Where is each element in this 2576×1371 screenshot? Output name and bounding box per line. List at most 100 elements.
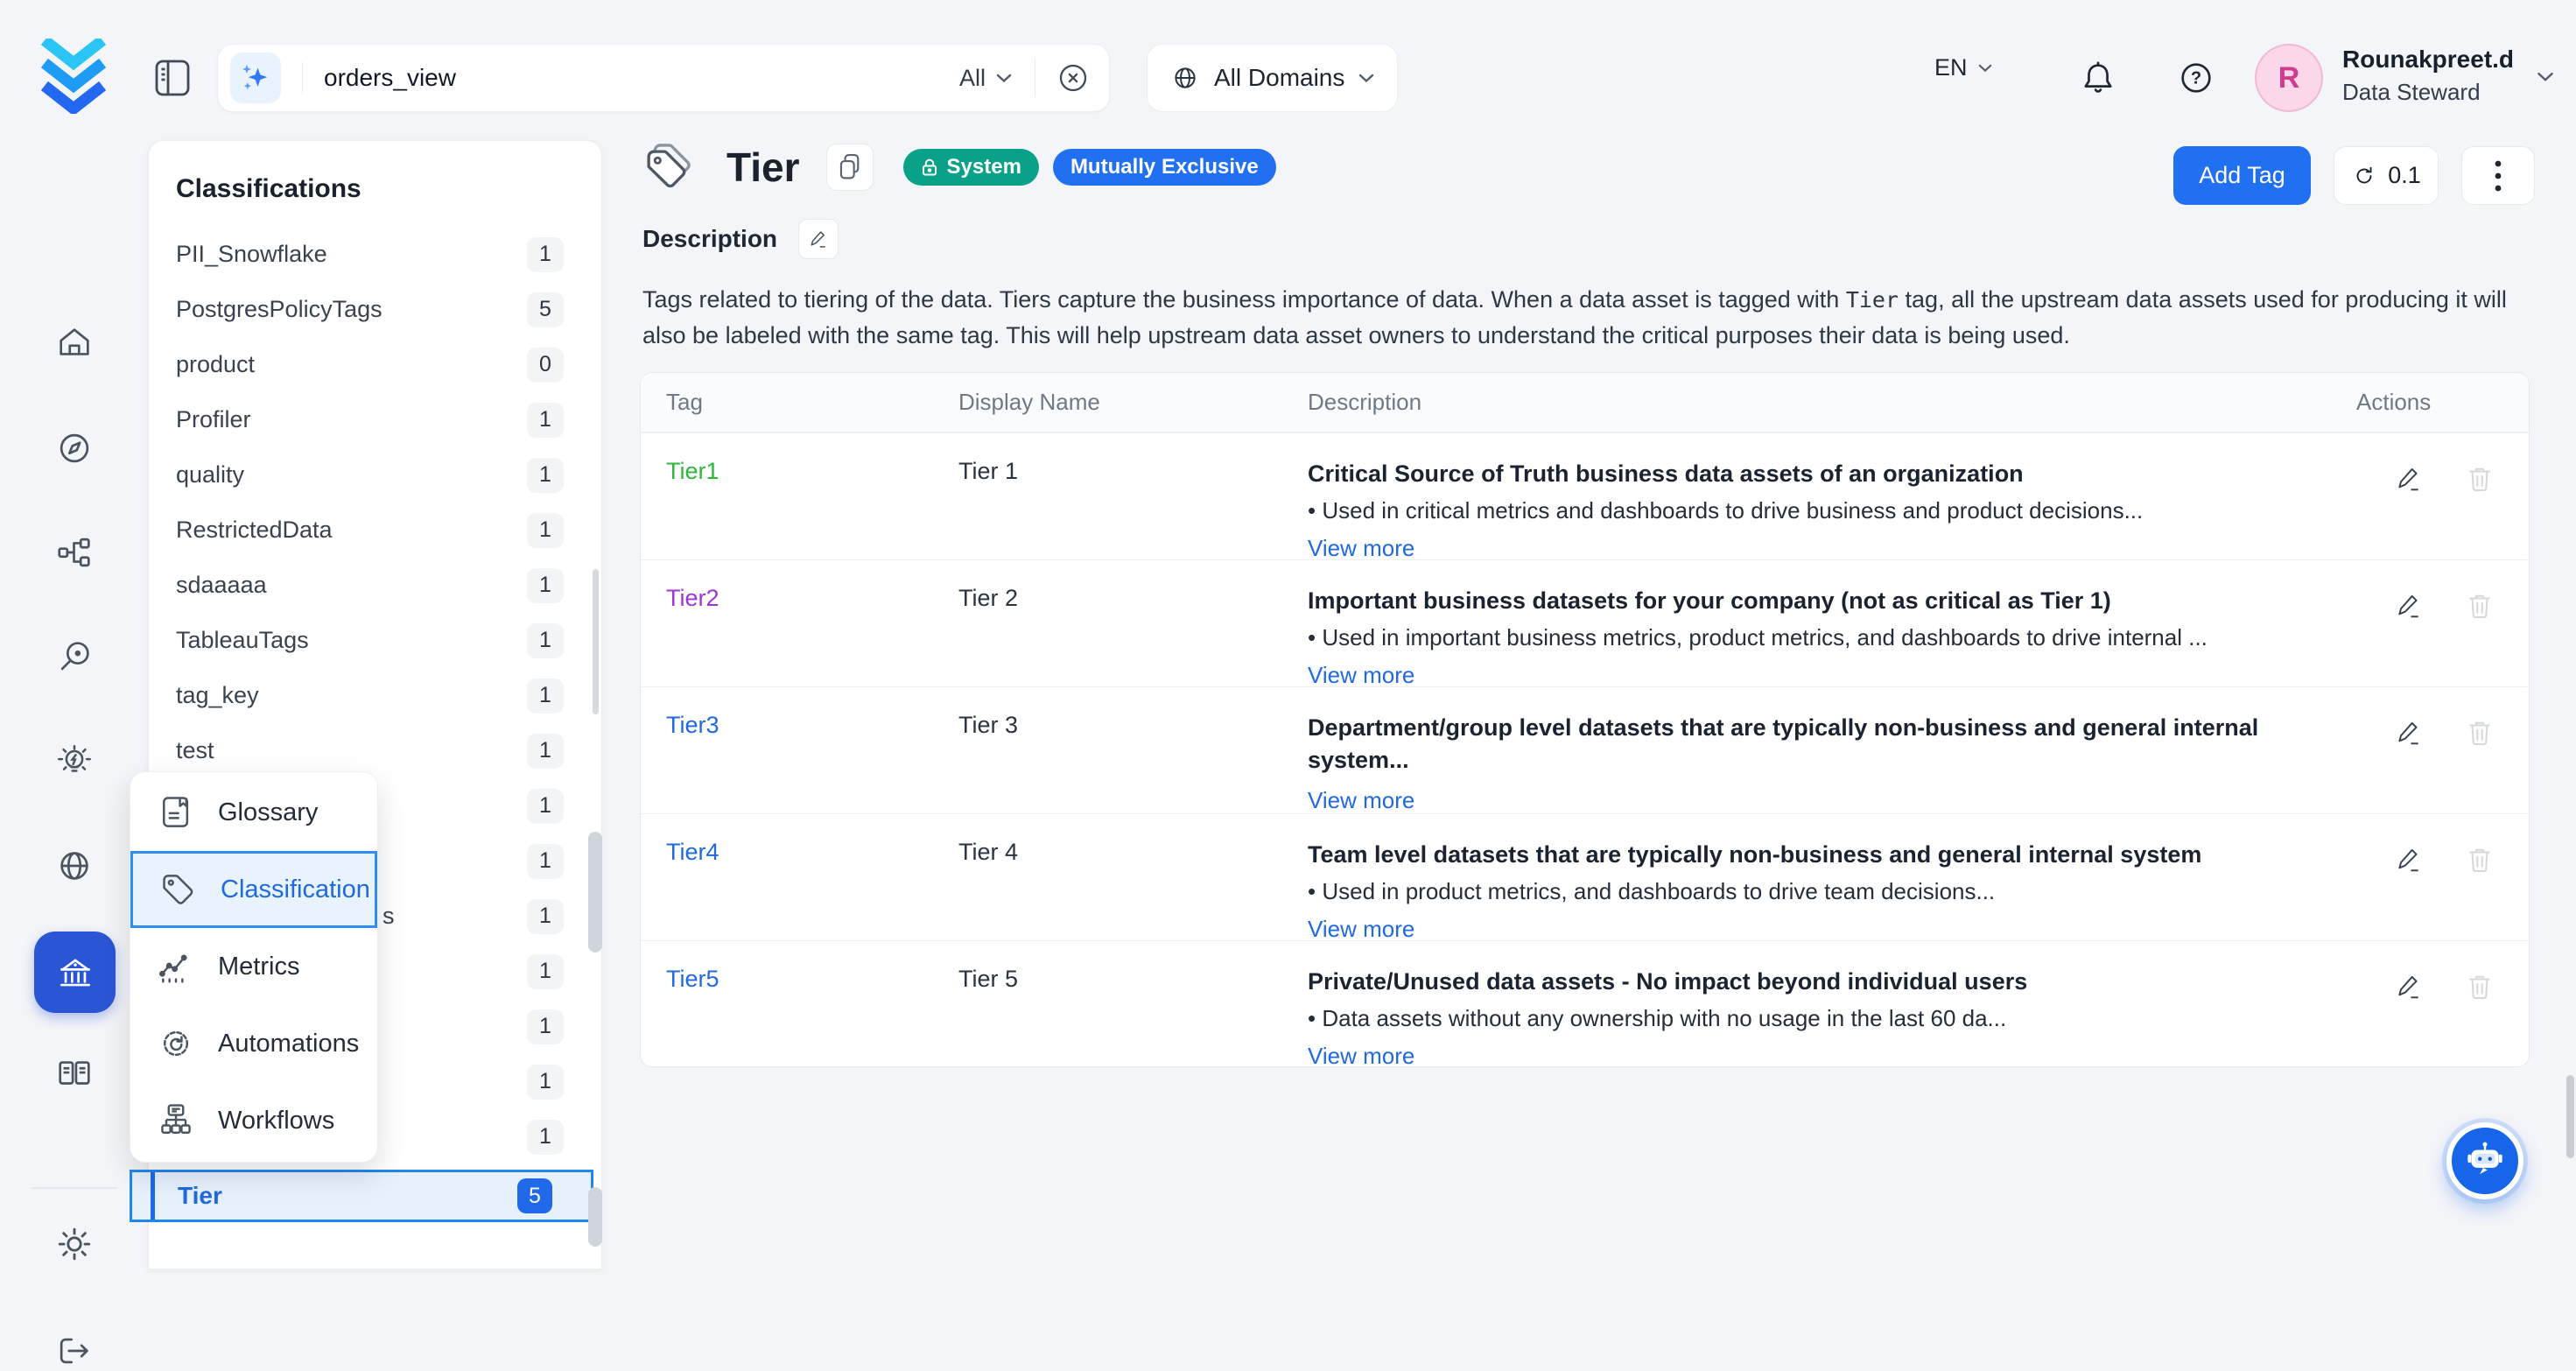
sidebar-item-tier-selected[interactable]: Tier 5 [130, 1170, 593, 1222]
delete-icon[interactable] [2465, 844, 2495, 875]
count-badge: 1 [527, 1065, 564, 1100]
menu-item-metrics[interactable]: Metrics [130, 928, 377, 1005]
user-menu[interactable]: Rounakpreet.d Data Steward [2342, 46, 2514, 106]
view-more-link[interactable]: View more [1308, 1043, 1414, 1067]
governance-flyout-menu: Glossary Classification Metrics Automa [130, 771, 378, 1163]
display-name-cell: Tier 3 [958, 712, 1308, 813]
nav-logout-icon[interactable] [54, 1331, 95, 1371]
list-item[interactable]: quality1 [149, 447, 601, 503]
view-more-link[interactable]: View more [1308, 662, 1414, 689]
description-row: Description [642, 219, 839, 259]
nav-home-icon[interactable] [54, 322, 95, 362]
nav-governance-active[interactable] [34, 932, 116, 1013]
all-domains-label: All Domains [1214, 64, 1344, 92]
tag-link[interactable]: Tier5 [666, 966, 719, 992]
language-label: EN [1934, 54, 1968, 81]
col-header-description: Description [1308, 389, 2327, 416]
count-badge: 1 [527, 678, 564, 714]
add-tag-button[interactable]: Add Tag [2173, 146, 2311, 205]
count-badge: 1 [527, 513, 564, 548]
count-badge: 5 [527, 292, 564, 327]
clear-circle-icon[interactable] [1055, 60, 1091, 96]
ai-sparkle-icon[interactable] [230, 53, 281, 103]
metrics-chart-icon [157, 947, 195, 986]
classifications-title: Classifications [149, 141, 601, 204]
description-bullet: • Used in important business metrics, pr… [1308, 624, 2292, 651]
user-menu-chevron-icon[interactable] [2537, 72, 2554, 82]
count-badge: 1 [527, 237, 564, 272]
language-dropdown[interactable]: EN [1934, 54, 1992, 81]
search-input[interactable]: orders_view [324, 64, 959, 92]
view-more-link[interactable]: View more [1308, 916, 1414, 943]
tier-count-badge: 5 [517, 1178, 552, 1213]
notifications-bell-icon[interactable] [2078, 58, 2118, 100]
col-header-actions: Actions [2327, 389, 2529, 416]
page-scrollbar-thumb[interactable] [2566, 1075, 2574, 1158]
menu-item-glossary[interactable]: Glossary [130, 774, 377, 851]
version-refresh-button[interactable]: 0.1 [2334, 146, 2439, 205]
tag-link[interactable]: Tier3 [666, 712, 719, 738]
tag-link[interactable]: Tier4 [666, 839, 719, 865]
description-title: Critical Source of Truth business data a… [1308, 458, 2292, 490]
delete-icon[interactable] [2465, 717, 2495, 749]
edit-icon[interactable] [2393, 844, 2425, 875]
user-name: Rounakpreet.d [2342, 46, 2514, 74]
nav-insights-icon[interactable] [54, 742, 95, 782]
edit-icon[interactable] [2393, 590, 2425, 622]
menu-item-automations[interactable]: Automations [130, 1005, 377, 1082]
page-title: Tier [726, 144, 800, 191]
help-icon[interactable]: ? [2176, 58, 2216, 98]
view-more-link[interactable]: View more [1308, 535, 1414, 562]
list-item[interactable]: PII_Snowflake1 [149, 227, 601, 282]
chat-assistant-button[interactable] [2446, 1122, 2523, 1199]
delete-icon[interactable] [2465, 463, 2495, 495]
nav-domains-icon[interactable] [54, 846, 95, 886]
menu-item-workflows[interactable]: Workflows [130, 1082, 377, 1159]
nav-lineage-icon[interactable] [54, 532, 95, 573]
tag-link[interactable]: Tier1 [666, 458, 719, 484]
count-badge: 1 [527, 623, 564, 658]
view-more-link[interactable]: View more [1308, 787, 1414, 814]
nav-profile-search-icon[interactable] [54, 637, 95, 678]
menu-item-classification[interactable]: Classification [130, 851, 377, 928]
all-domains-dropdown[interactable]: All Domains [1147, 44, 1398, 112]
list-item[interactable]: RestrictedData1 [149, 503, 601, 558]
count-badge: 1 [527, 954, 564, 989]
nav-settings-icon[interactable] [54, 1224, 95, 1264]
selected-indicator-bar [151, 1172, 155, 1220]
count-badge: 1 [527, 403, 564, 438]
list-item[interactable]: tag_key1 [149, 668, 601, 723]
panel-scrollbar-thumb[interactable] [588, 1187, 602, 1247]
refresh-icon [2351, 163, 2377, 189]
delete-icon[interactable] [2465, 971, 2495, 1002]
list-item[interactable]: test1 [149, 723, 601, 778]
tags-icon [642, 142, 697, 193]
global-search[interactable]: orders_view All [217, 44, 1110, 112]
avatar-initial: R [2278, 61, 2300, 95]
mutually-exclusive-badge: Mutually Exclusive [1053, 149, 1276, 186]
display-name-cell: Tier 4 [958, 839, 1308, 940]
panel-scrollbar-thumb[interactable] [588, 832, 602, 953]
panel-scrollbar-thumb[interactable] [593, 569, 599, 714]
list-item[interactable]: Profiler1 [149, 392, 601, 447]
nav-discover-icon[interactable] [54, 428, 95, 468]
nav-reference-icon[interactable] [54, 1053, 95, 1093]
edit-icon[interactable] [2393, 463, 2425, 495]
delete-icon[interactable] [2465, 590, 2495, 622]
list-item[interactable]: product0 [149, 337, 601, 392]
list-item[interactable]: PostgresPolicyTags5 [149, 282, 601, 337]
copy-icon[interactable] [826, 144, 874, 191]
edit-description-button[interactable] [798, 219, 839, 259]
list-item[interactable]: TableauTags1 [149, 613, 601, 668]
list-item[interactable]: sdaaaaa1 [149, 558, 601, 613]
rail-divider [32, 1187, 117, 1189]
edit-icon[interactable] [2393, 971, 2425, 1002]
tag-link[interactable]: Tier2 [666, 585, 719, 611]
sidebar-toggle-icon[interactable] [154, 58, 193, 98]
edit-icon[interactable] [2393, 717, 2425, 749]
display-name-cell: Tier 2 [958, 585, 1308, 686]
search-scope-dropdown[interactable]: All [959, 65, 1035, 92]
atlan-logo[interactable] [40, 39, 107, 114]
kebab-menu-button[interactable] [2461, 146, 2535, 205]
avatar[interactable]: R [2255, 44, 2323, 112]
